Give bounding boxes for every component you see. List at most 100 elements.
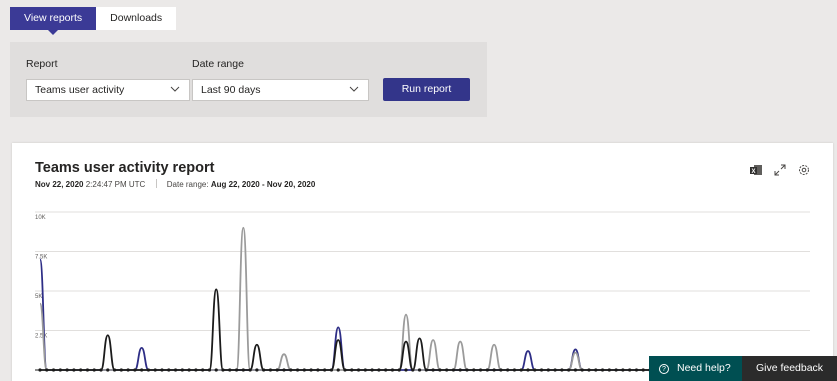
- data-point: [85, 368, 90, 372]
- series-line-1: [39, 226, 650, 371]
- data-point: [119, 368, 123, 372]
- data-point: [316, 368, 320, 372]
- data-point: [465, 368, 469, 372]
- data-point: [458, 368, 462, 372]
- data-point: [600, 368, 605, 372]
- data-point: [431, 368, 435, 372]
- data-point: [641, 368, 645, 372]
- data-point: [539, 368, 544, 372]
- data-point: [214, 368, 218, 372]
- data-point: [275, 368, 279, 372]
- data-point: [377, 368, 381, 372]
- data-point: [255, 368, 259, 372]
- data-point: [187, 368, 191, 372]
- data-point: [607, 368, 611, 372]
- data-point: [390, 368, 395, 372]
- data-point: [397, 368, 401, 372]
- data-point: [573, 368, 578, 372]
- y-tick-label: 5K: [35, 294, 42, 300]
- data-point: [329, 368, 334, 372]
- data-point: [289, 368, 293, 372]
- data-point: [553, 368, 557, 372]
- data-point: [614, 368, 618, 372]
- data-point: [634, 368, 639, 372]
- data-point: [506, 368, 510, 372]
- data-point: [485, 368, 489, 372]
- data-point: [92, 368, 96, 372]
- data-point: [628, 368, 632, 372]
- question-icon: ?: [659, 363, 669, 374]
- data-point: [153, 368, 157, 372]
- data-point: [519, 368, 523, 372]
- y-tick-label: 7.5K: [35, 255, 47, 261]
- y-tick-label: 10K: [35, 215, 46, 221]
- data-point: [79, 368, 83, 372]
- data-point: [499, 368, 503, 372]
- data-point: [221, 368, 225, 372]
- data-point: [356, 368, 361, 372]
- data-point: [343, 368, 347, 372]
- data-point: [112, 368, 117, 372]
- need-help-button[interactable]: ? Need help?: [649, 356, 742, 381]
- series-line-0: [39, 258, 650, 371]
- data-point: [58, 368, 62, 372]
- data-point: [533, 368, 537, 372]
- data-point: [228, 368, 232, 372]
- data-point: [201, 368, 205, 372]
- data-point: [133, 368, 137, 372]
- y-tick-label: 2.5K: [35, 334, 47, 340]
- chart-y-ticks: 10K 7.5K 5K 2.5K: [35, 215, 47, 340]
- data-point: [336, 368, 340, 372]
- help-bar: ? Need help? Give feedback: [649, 356, 837, 381]
- data-point: [234, 368, 239, 372]
- data-point: [546, 368, 550, 372]
- data-point: [302, 368, 306, 372]
- data-point: [207, 368, 212, 372]
- data-point: [146, 368, 151, 372]
- data-point: [167, 368, 171, 372]
- data-point: [140, 368, 144, 372]
- data-point: [173, 368, 178, 372]
- data-point: [45, 368, 49, 372]
- data-point: [526, 368, 530, 372]
- data-point: [126, 368, 130, 372]
- data-point: [404, 368, 408, 372]
- data-point: [424, 368, 428, 372]
- data-point: [65, 368, 69, 372]
- need-help-label: Need help?: [677, 362, 731, 374]
- data-point: [241, 368, 245, 372]
- data-point: [567, 368, 571, 372]
- data-point: [350, 368, 354, 372]
- data-point: [451, 368, 456, 372]
- data-point: [262, 368, 266, 372]
- data-point: [282, 368, 286, 372]
- data-point: [621, 368, 625, 372]
- data-point: [180, 368, 184, 372]
- data-point: [51, 368, 56, 372]
- data-point: [160, 368, 164, 372]
- data-point: [472, 368, 476, 372]
- data-point: [268, 368, 273, 372]
- data-point: [512, 368, 517, 372]
- data-point: [99, 368, 103, 372]
- data-point: [384, 368, 388, 372]
- activity-chart: 10K 7.5K 5K 2.5K: [35, 211, 810, 372]
- data-point: [295, 368, 300, 372]
- data-point: [38, 368, 42, 372]
- data-point: [560, 368, 564, 372]
- data-point: [594, 368, 598, 372]
- data-point: [438, 368, 442, 372]
- data-point: [587, 368, 591, 372]
- data-point: [580, 368, 584, 372]
- data-point: [363, 368, 367, 372]
- data-point: [417, 368, 422, 372]
- data-point: [248, 368, 252, 372]
- data-point: [370, 368, 374, 372]
- data-point: [72, 368, 76, 372]
- data-point: [323, 368, 327, 372]
- give-feedback-button[interactable]: Give feedback: [742, 356, 837, 381]
- data-point: [445, 368, 449, 372]
- data-point: [194, 368, 198, 372]
- data-point: [309, 368, 313, 372]
- chart-series: [39, 226, 650, 371]
